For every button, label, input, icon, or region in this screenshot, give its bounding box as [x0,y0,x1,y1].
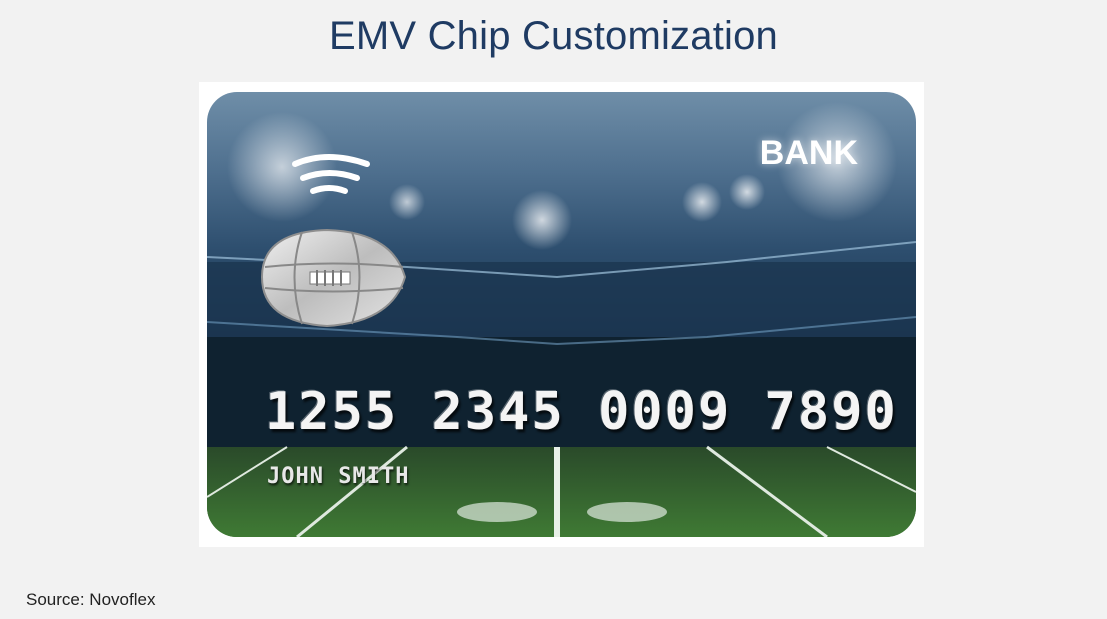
card-number: 1255 2345 0009 7890 [265,382,898,442]
source-caption: Source: Novoflex [26,590,156,609]
card-image-frame: BANK 1255 2345 0009 7890 JOHN SMITH [199,82,924,547]
bank-label: BANK [759,134,858,172]
page-title: EMV Chip Customization [328,14,778,58]
credit-card: BANK 1255 2345 0009 7890 JOHN SMITH [207,92,916,537]
cardholder-name: JOHN SMITH [267,464,410,489]
